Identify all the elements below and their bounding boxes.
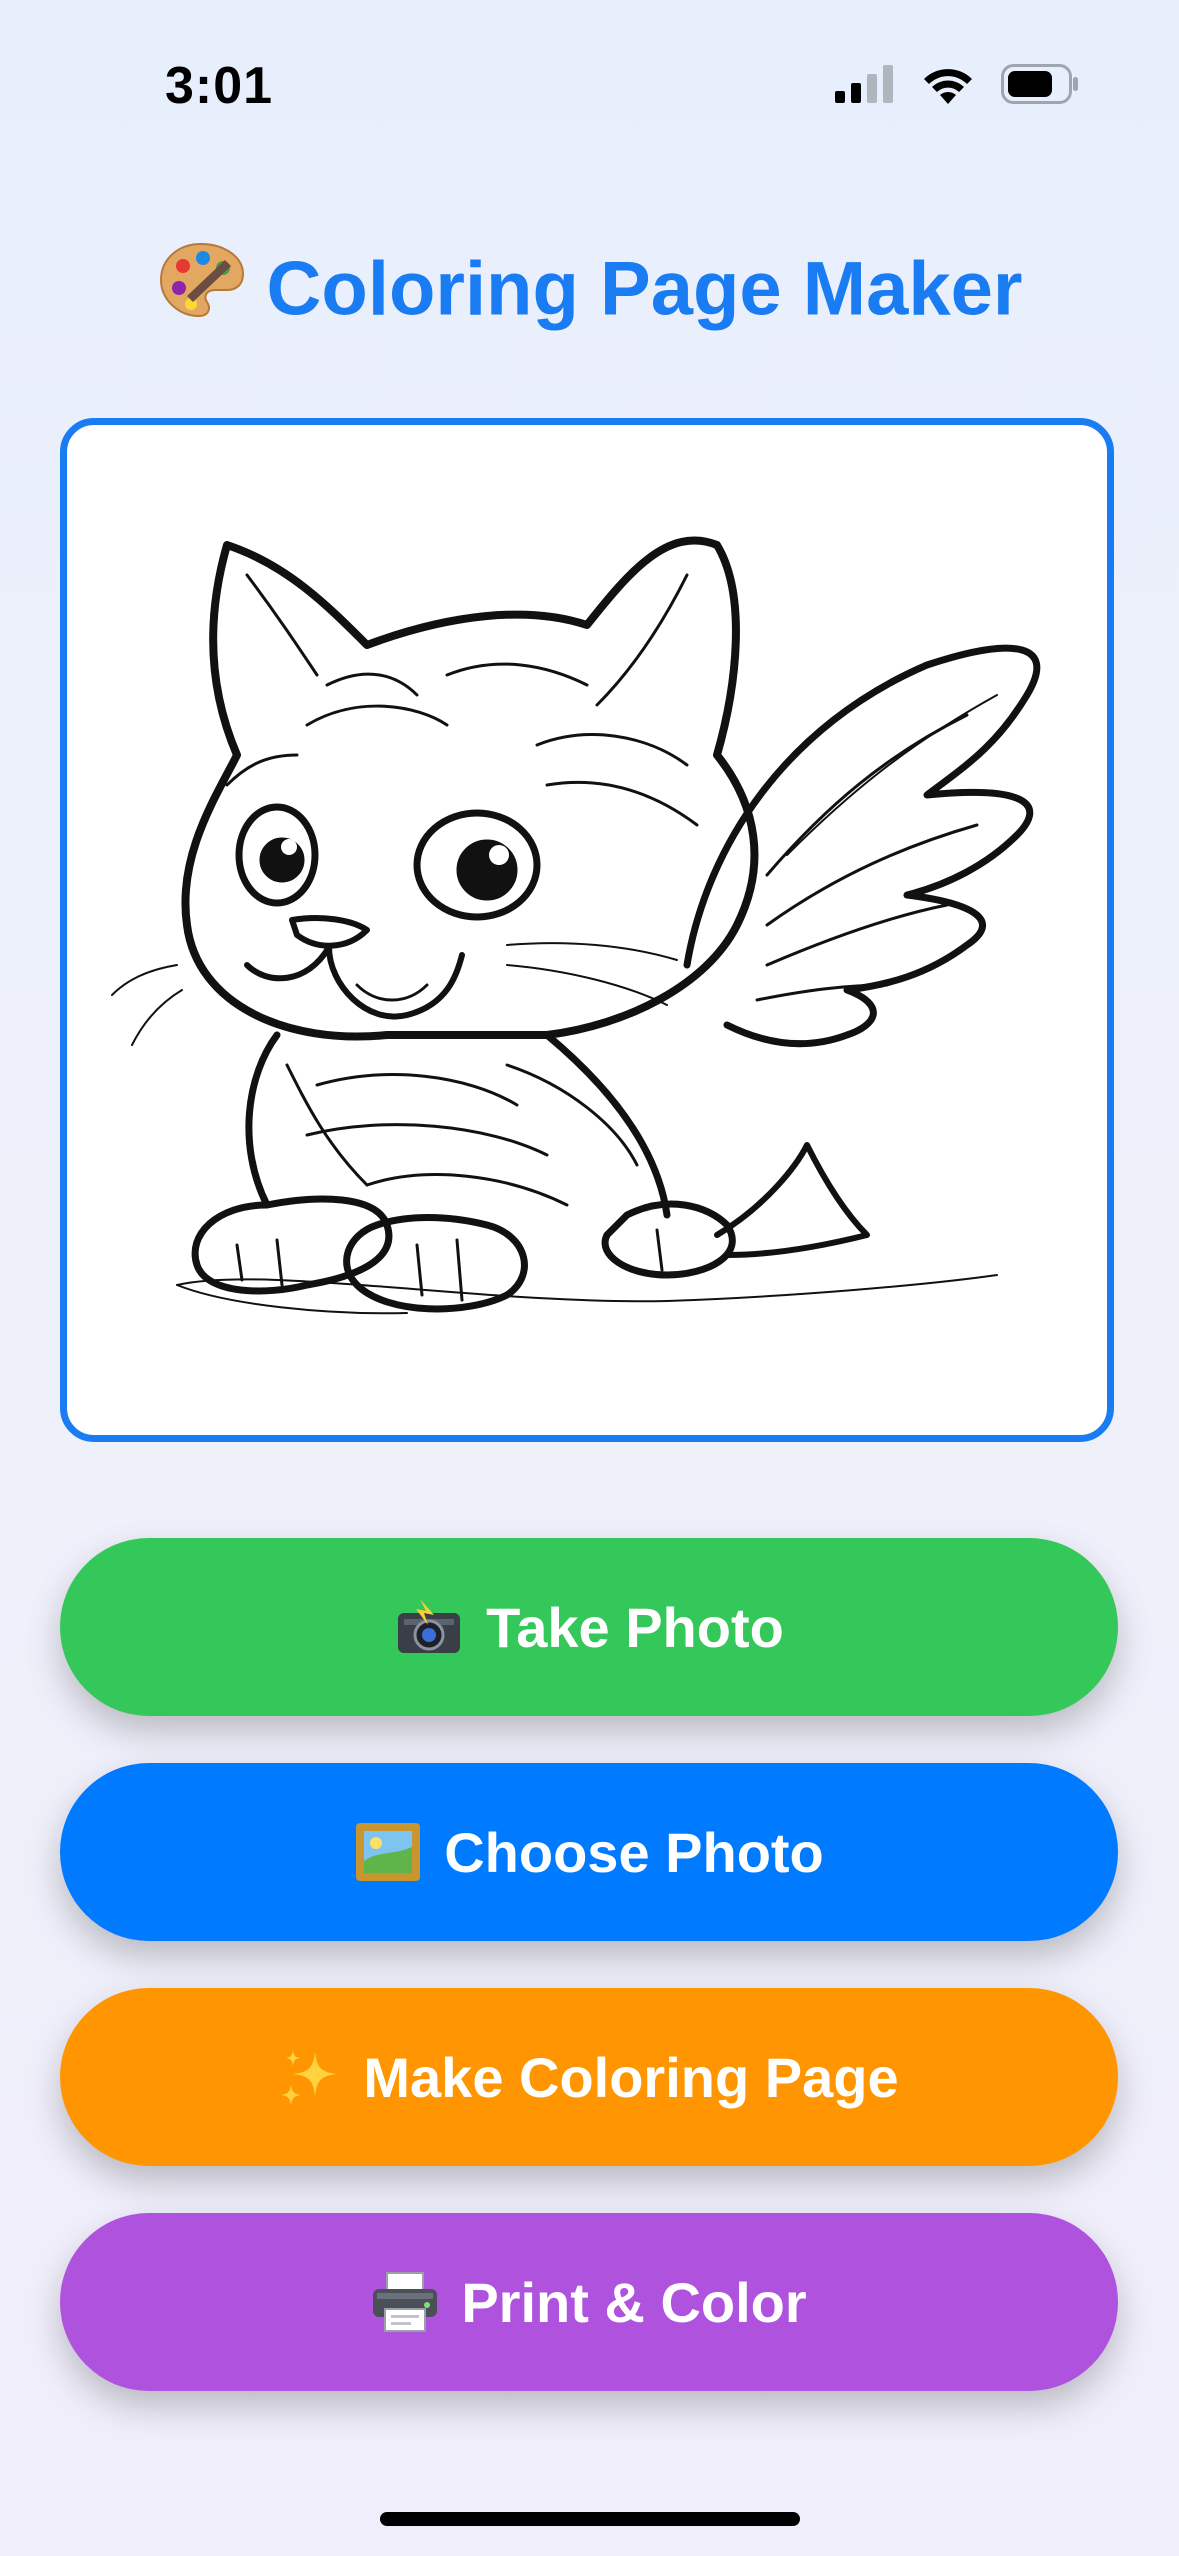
choose-photo-label: Choose Photo	[444, 1820, 824, 1884]
winged-kitten-line-art	[111, 536, 1041, 1315]
wifi-icon	[921, 64, 975, 109]
print-and-color-button[interactable]: Print & Color	[60, 2213, 1118, 2391]
status-time: 3:01	[165, 57, 274, 115]
make-coloring-page-label: Make Coloring Page	[363, 2045, 899, 2109]
camera-flash-icon	[394, 1597, 464, 1657]
choose-photo-button[interactable]: Choose Photo	[60, 1763, 1118, 1941]
take-photo-label: Take Photo	[486, 1595, 784, 1659]
home-indicator[interactable]	[380, 2512, 800, 2526]
take-photo-button[interactable]: Take Photo	[60, 1538, 1118, 1716]
artist-palette-icon	[157, 240, 245, 338]
make-coloring-page-button[interactable]: Make Coloring Page	[60, 1988, 1118, 2166]
title-text: Coloring Page Maker	[266, 246, 1023, 332]
sparkles-icon	[279, 2046, 341, 2108]
cellular-signal-icon	[835, 65, 895, 108]
status-bar: 3:01	[0, 0, 1179, 160]
framed-picture-icon	[354, 1821, 422, 1883]
battery-icon	[1001, 64, 1079, 109]
printer-icon	[371, 2271, 439, 2333]
page-title: Coloring Page Maker	[0, 240, 1179, 338]
status-icons	[835, 64, 1079, 109]
print-and-color-label: Print & Color	[461, 2270, 807, 2334]
coloring-page-preview	[60, 418, 1114, 1442]
